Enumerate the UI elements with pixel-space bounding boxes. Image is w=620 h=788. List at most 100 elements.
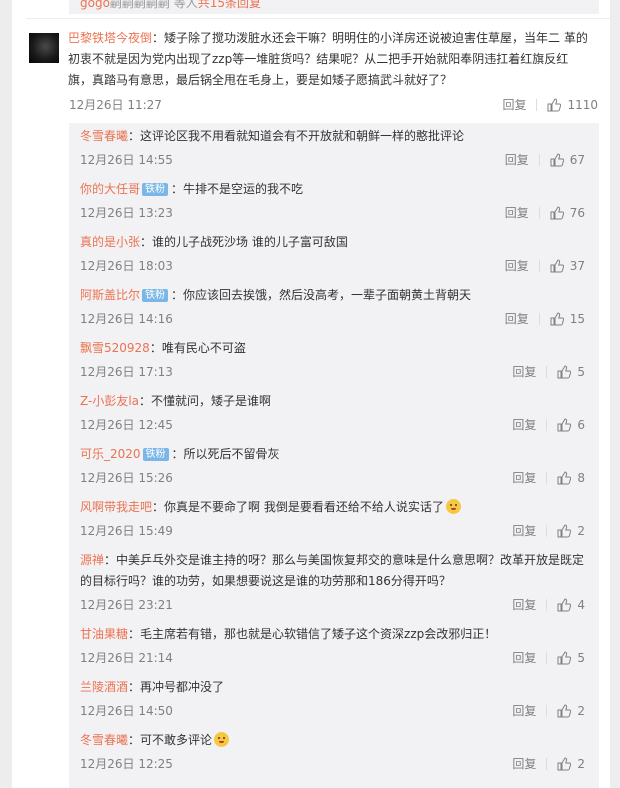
like-count: 2 [577, 756, 585, 771]
reply-button[interactable]: 回复 [512, 522, 536, 539]
thumbs-up-icon[interactable] [557, 597, 572, 612]
reply-author[interactable]: 真的是小张 [80, 235, 140, 249]
thumbs-up-icon[interactable] [557, 417, 572, 432]
divider [538, 153, 540, 166]
previous-author-link[interactable]: gogo [80, 0, 110, 10]
reply-author[interactable]: 冬雪春曦 [80, 733, 128, 747]
divider [546, 365, 548, 378]
reply-button[interactable]: 回复 [502, 96, 526, 113]
reply-text: ：所以死后不留骨灰 [171, 447, 280, 461]
reply-item: 飘雪520928：唯有民心不可盗 12月26日 17:13 回复 5 [80, 338, 585, 380]
reply-button[interactable]: 回复 [512, 755, 536, 772]
thumbs-up-icon[interactable] [550, 152, 564, 167]
divider [538, 312, 540, 325]
reply-text: ：唯有民心不可盗 [149, 341, 246, 355]
like-count: 2 [577, 523, 585, 538]
fan-badge: 铁粉 [142, 448, 169, 461]
thumbs-up-icon[interactable] [550, 258, 564, 273]
main-comment-time: 12月26日 11:27 [69, 98, 162, 112]
thumbs-up-icon[interactable] [550, 311, 564, 326]
thumbs-up-icon[interactable] [550, 205, 564, 220]
like-count: 2 [577, 703, 585, 718]
reply-text: ：谁的儿子战死沙场 谁的儿子富可敌国 [140, 235, 348, 249]
reply-text: ：不懂就问，矮子是谁啊 [139, 394, 272, 408]
reply-item: 你的大任哥 铁粉 ：牛排不是空运的我不吃 12月26日 13:23 回复 76 [80, 179, 585, 221]
reply-author[interactable]: 兰陵酒酒 [80, 680, 128, 694]
reply-author[interactable]: 飘雪520928 [80, 341, 150, 355]
reply-item: Z-小彭友la：不懂就问，矮子是谁啊 12月26日 12:45 回复 6 [80, 391, 585, 433]
reply-time: 12月26日 13:23 [80, 206, 173, 220]
comment-page: gogo嗣嗣嗣嗣嗣 等人共15条回复 巴黎铁塔今夜倒：矮子除了搅功泼脏水还会干嘛… [12, 0, 610, 788]
divider [536, 98, 538, 111]
like-count: 5 [577, 650, 585, 665]
fan-badge: 铁粉 [142, 183, 169, 196]
reply-list: 冬雪春曦：这评论区我不用看就知道会有不开放就和朝鲜一样的憨批评论 12月26日 1… [69, 123, 599, 788]
reply-time: 12月26日 18:03 [80, 259, 173, 273]
avatar[interactable] [29, 33, 59, 63]
main-comment: 巴黎铁塔今夜倒：矮子除了搅功泼脏水还会干嘛？明明住的小洋房还说被迫害住草屋，当年… [12, 28, 610, 118]
reply-time: 12月26日 15:26 [80, 471, 173, 485]
reply-author[interactable]: 阿斯盖比尔 [80, 288, 140, 302]
divider [538, 206, 540, 219]
thumbs-up-icon[interactable] [557, 364, 572, 379]
thumbs-up-icon[interactable] [557, 470, 572, 485]
thumbs-up-icon[interactable] [557, 756, 572, 771]
reply-item: 冬雪春曦：这评论区我不用看就知道会有不开放就和朝鲜一样的憨批评论 12月26日 1… [80, 126, 585, 168]
divider [546, 471, 548, 484]
reply-item: 阿斯盖比尔 铁粉 ：你应该回去挨饿，然后没高考，一辈子面朝黄土背朝天 12月26日 1… [80, 285, 585, 327]
like-count: 76 [569, 205, 585, 220]
reply-item: 风啊带我走吧：你真是不要命了啊 我倒是要看看还给不给人说实话了 12月26日 15… [80, 497, 585, 539]
reply-item: 甘油果糖：毛主席若有错，那也就是心软错信了矮子这个资深zzp会改邪归正！ 12月2… [80, 624, 585, 666]
reply-button[interactable]: 回复 [512, 363, 536, 380]
reply-author[interactable]: 可乐_2020 [80, 447, 141, 461]
like-count: 15 [569, 311, 585, 326]
reply-author[interactable]: 源禅 [80, 553, 104, 567]
reply-time: 12月26日 14:50 [80, 704, 173, 718]
reply-button[interactable]: 回复 [512, 416, 536, 433]
reply-button[interactable]: 回复 [505, 310, 529, 327]
thumbs-up-icon[interactable] [547, 97, 562, 112]
thumbs-up-icon[interactable] [557, 703, 572, 718]
divider [546, 418, 548, 431]
reply-author[interactable]: Z-小彭友la [80, 394, 139, 408]
reply-item: 源禅：中美乒乓外交是谁主持的呀？那么与美国恢复邦交的意味是什么意思啊？改革开放是… [80, 550, 585, 613]
reply-time: 12月26日 17:13 [80, 365, 173, 379]
divider [546, 524, 548, 537]
reply-time: 12月26日 14:16 [80, 312, 173, 326]
divider [546, 651, 548, 664]
reply-time: 12月26日 23:21 [80, 598, 173, 612]
reply-author[interactable]: 冬雪春曦 [80, 129, 128, 143]
reply-button[interactable]: 回复 [505, 151, 529, 168]
more-replies-link[interactable]: 共15条回复 [198, 0, 261, 10]
like-count: 37 [569, 258, 585, 273]
reply-item: 可乐_2020 铁粉 ：所以死后不留骨灰 12月26日 15:26 回复 8 [80, 444, 585, 486]
previous-text: 嗣嗣嗣嗣嗣 等人 [109, 0, 198, 10]
divider [546, 757, 548, 770]
scrollbar[interactable] [610, 0, 620, 788]
reply-button[interactable]: 回复 [505, 257, 529, 274]
reply-button[interactable]: 回复 [512, 469, 536, 486]
reply-text: ：牛排不是空运的我不吃 [171, 182, 304, 196]
like-count: 5 [577, 364, 585, 379]
thumbs-up-icon[interactable] [557, 523, 572, 538]
reply-text: ：再冲号都冲没了 [128, 680, 225, 694]
main-comment-author[interactable]: 巴黎铁塔今夜倒 [68, 31, 152, 45]
thumbs-up-icon[interactable] [557, 650, 572, 665]
divider [538, 259, 540, 272]
reply-author[interactable]: 风啊带我走吧 [80, 500, 152, 514]
fan-badge: 铁粉 [142, 289, 169, 302]
reply-time: 12月26日 14:55 [80, 153, 173, 167]
reply-author[interactable]: 甘油果糖 [80, 627, 128, 641]
previous-replies-strip: gogo嗣嗣嗣嗣嗣 等人共15条回复 [69, 0, 599, 14]
reply-author[interactable]: 你的大任哥 [80, 182, 140, 196]
reply-time: 12月26日 12:25 [80, 757, 173, 771]
reply-text: ：毛主席若有错，那也就是心软错信了矮子这个资深zzp会改邪归正！ [128, 627, 497, 641]
divider [26, 18, 610, 19]
reply-button[interactable]: 回复 [512, 596, 536, 613]
reply-button[interactable]: 回复 [512, 702, 536, 719]
reply-button[interactable]: 回复 [505, 204, 529, 221]
reply-button[interactable]: 回复 [512, 649, 536, 666]
reply-time: 12月26日 15:49 [80, 524, 173, 538]
like-count: 6 [577, 417, 585, 432]
reply-text: ：中美乒乓外交是谁主持的呀？那么与美国恢复邦交的意味是什么意思啊？改革开放是既定… [80, 553, 585, 588]
